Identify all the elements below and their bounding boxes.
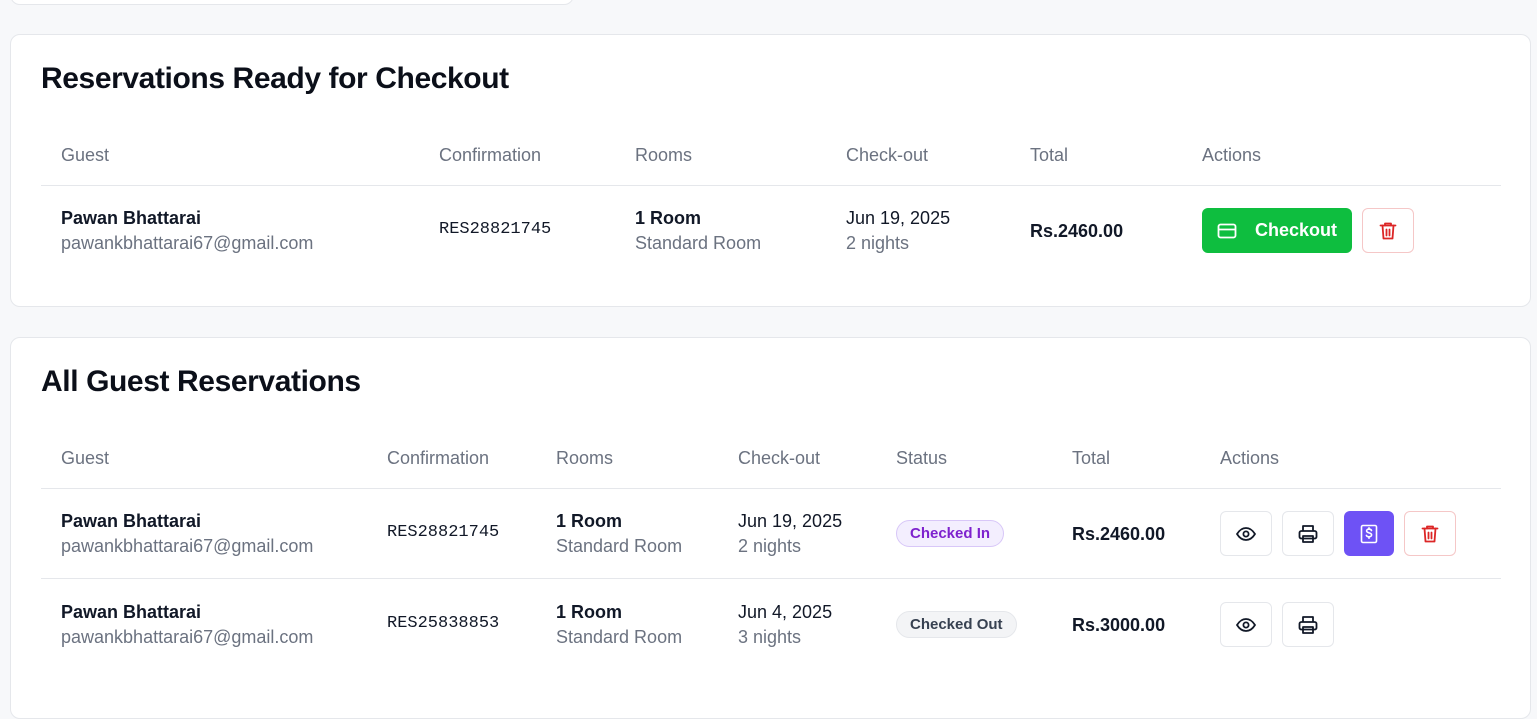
- status-badge: Checked In: [896, 520, 1005, 547]
- trash-icon: [1421, 524, 1439, 544]
- rooms-cell: 1 Room Standard Room: [556, 511, 682, 557]
- guest-cell: Pawan Bhattarai pawankbhattarai67@gmail.…: [61, 602, 313, 648]
- confirmation-number: RES28821745: [387, 523, 500, 542]
- header-guest: Guest: [61, 145, 110, 165]
- checkout-date: Jun 19, 2025: [738, 511, 843, 531]
- header-checkout: Check-out: [738, 448, 821, 468]
- view-button[interactable]: [1220, 602, 1272, 647]
- total-amount: Rs.3000.00: [1072, 615, 1166, 635]
- checkout-button[interactable]: Checkout: [1202, 208, 1352, 253]
- nights-count: 3 nights: [738, 627, 802, 647]
- header-guest: Guest: [61, 448, 110, 468]
- print-button[interactable]: [1282, 602, 1334, 647]
- eye-icon: [1236, 617, 1256, 632]
- rooms-cell: 1 Room Standard Room: [635, 208, 761, 254]
- total-amount: Rs.2460.00: [1072, 524, 1166, 544]
- delete-button[interactable]: [1362, 208, 1414, 253]
- room-count: 1 Room: [556, 602, 623, 622]
- confirmation-number: RES25838853: [387, 614, 500, 633]
- guest-email: pawankbhattarai67@gmail.com: [61, 627, 314, 647]
- room-count: 1 Room: [635, 208, 702, 228]
- checkout-date: Jun 4, 2025: [738, 602, 833, 622]
- all-section-title: All Guest Reservations: [41, 365, 361, 398]
- trash-icon: [1379, 221, 1397, 241]
- room-type: Standard Room: [556, 536, 683, 556]
- guest-cell: Pawan Bhattarai pawankbhattarai67@gmail.…: [61, 208, 313, 254]
- guest-name: Pawan Bhattarai: [61, 511, 202, 531]
- total-amount: Rs.2460.00: [1030, 221, 1124, 241]
- printer-icon: [1298, 524, 1318, 544]
- room-type: Standard Room: [556, 627, 683, 647]
- invoice-button[interactable]: [1344, 511, 1394, 556]
- nights-count: 2 nights: [846, 233, 910, 253]
- room-count: 1 Room: [556, 511, 623, 531]
- credit-card-icon: [1217, 223, 1237, 239]
- guest-email: pawankbhattarai67@gmail.com: [61, 536, 314, 556]
- row-divider: [41, 578, 1501, 579]
- header-total: Total: [1072, 448, 1111, 468]
- header-divider: [41, 488, 1501, 489]
- header-confirmation: Confirmation: [439, 145, 542, 165]
- checkout-section-title: Reservations Ready for Checkout: [41, 62, 509, 95]
- top-card-edge: [10, 0, 574, 5]
- header-total: Total: [1030, 145, 1069, 165]
- status-cell: Checked Out: [896, 611, 1017, 638]
- view-button[interactable]: [1220, 511, 1272, 556]
- checkout-cell: Jun 4, 2025 3 nights: [738, 602, 832, 648]
- header-divider: [41, 185, 1501, 186]
- printer-icon: [1298, 615, 1318, 635]
- all-reservations-card: All Guest Reservations Guest Confirmatio…: [10, 337, 1531, 719]
- guest-name: Pawan Bhattarai: [61, 602, 202, 622]
- rooms-cell: 1 Room Standard Room: [556, 602, 682, 648]
- header-actions: Actions: [1202, 145, 1262, 165]
- header-rooms: Rooms: [635, 145, 693, 165]
- checkout-date: Jun 19, 2025: [846, 208, 951, 228]
- guest-cell: Pawan Bhattarai pawankbhattarai67@gmail.…: [61, 511, 313, 557]
- nights-count: 2 nights: [738, 536, 802, 556]
- confirmation-number: RES28821745: [439, 220, 552, 239]
- checkout-reservations-card: Reservations Ready for Checkout Guest Co…: [10, 34, 1531, 307]
- header-actions: Actions: [1220, 448, 1280, 468]
- status-badge: Checked Out: [896, 611, 1017, 638]
- header-confirmation: Confirmation: [387, 448, 490, 468]
- status-cell: Checked In: [896, 520, 1005, 547]
- checkout-cell: Jun 19, 2025 2 nights: [738, 511, 842, 557]
- guest-name: Pawan Bhattarai: [61, 208, 202, 228]
- delete-button[interactable]: [1404, 511, 1456, 556]
- print-button[interactable]: [1282, 511, 1334, 556]
- header-status: Status: [896, 448, 948, 468]
- receipt-dollar-icon: [1360, 524, 1378, 544]
- checkout-button-label: Checkout: [1254, 220, 1337, 240]
- header-rooms: Rooms: [556, 448, 614, 468]
- eye-icon: [1236, 526, 1256, 541]
- checkout-cell: Jun 19, 2025 2 nights: [846, 208, 950, 254]
- room-type: Standard Room: [635, 233, 762, 253]
- header-checkout: Check-out: [846, 145, 929, 165]
- guest-email: pawankbhattarai67@gmail.com: [61, 233, 314, 253]
